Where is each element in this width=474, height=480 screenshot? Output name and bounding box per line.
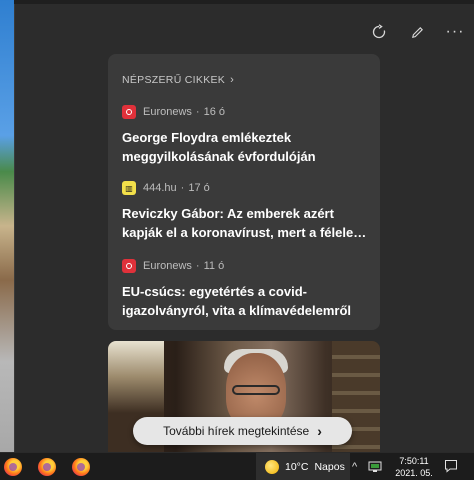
444-logo-icon: ▥ xyxy=(122,181,136,195)
panel-top-edge xyxy=(14,0,474,4)
separator: · xyxy=(180,182,185,194)
article-item[interactable]: Euronews · 16 ó George Floydra emlékezte… xyxy=(122,104,372,166)
firefox-icon[interactable] xyxy=(37,457,57,477)
article-source: Euronews · 16 ó xyxy=(122,104,372,120)
weather-widget[interactable]: 10°C Napos xyxy=(256,453,350,480)
more-news-button[interactable]: További hírek megtekintése › xyxy=(133,417,352,445)
taskbar: 10°C Napos ^ 7:50:11 2021. 05. 26. xyxy=(0,452,474,480)
article-item[interactable]: ▥ 444.hu · 17 ó Reviczky Gábor: Az ember… xyxy=(122,180,372,242)
source-name: 444.hu xyxy=(143,182,177,194)
photo-person-glasses xyxy=(232,385,280,395)
article-source: Euronews · 11 ó xyxy=(122,258,372,274)
tray-chevron-glyph: ^ xyxy=(352,461,358,473)
network-icon[interactable] xyxy=(368,453,382,480)
desktop-wallpaper xyxy=(0,0,14,452)
tray-chevron-icon[interactable]: ^ xyxy=(352,453,357,480)
pencil-icon[interactable] xyxy=(398,18,436,46)
firefox-icon[interactable] xyxy=(3,457,23,477)
article-headline[interactable]: George Floydra emlékeztek meggyilkolásán… xyxy=(122,128,372,166)
refresh-icon[interactable] xyxy=(360,18,398,46)
source-name: Euronews xyxy=(143,260,192,272)
euronews-logo-icon xyxy=(122,259,136,273)
article-age: 11 ó xyxy=(203,260,225,272)
source-name: Euronews xyxy=(143,106,192,118)
panel-actions: ··· xyxy=(360,18,474,46)
firefox-icon[interactable] xyxy=(71,457,91,477)
article-headline[interactable]: Reviczky Gábor: Az emberek azért kapják … xyxy=(122,204,372,242)
card-title-text: NÉPSZERŰ CIKKEK xyxy=(122,74,226,86)
notification-icon[interactable] xyxy=(444,459,458,478)
article-source: ▥ 444.hu · 17 ó xyxy=(122,180,372,196)
clock-time: 7:50:11 xyxy=(399,456,429,466)
chevron-right-icon: › xyxy=(317,423,322,439)
system-clock[interactable]: 7:50:11 2021. 05. 26. xyxy=(392,455,436,480)
separator: · xyxy=(195,106,200,118)
article-age: 16 ó xyxy=(203,106,226,118)
chevron-right-icon: › xyxy=(230,74,235,86)
weather-condition: Napos xyxy=(314,461,345,473)
sun-icon xyxy=(265,460,279,474)
clock-date: 2021. 05. 26. xyxy=(395,468,433,478)
article-headline[interactable]: EU-csúcs: egyetértés a covid-igazolványr… xyxy=(122,282,372,320)
article-age: 17 ó xyxy=(188,182,210,194)
more-icon[interactable]: ··· xyxy=(436,18,474,46)
separator: · xyxy=(195,260,200,272)
card-title[interactable]: NÉPSZERŰ CIKKEK › xyxy=(122,74,234,86)
euronews-logo-icon xyxy=(122,105,136,119)
weather-temp: 10°C xyxy=(285,461,309,473)
more-news-label: További hírek megtekintése xyxy=(163,424,310,438)
popular-articles-card: NÉPSZERŰ CIKKEK › Euronews · 16 ó George… xyxy=(108,54,380,330)
article-item[interactable]: Euronews · 11 ó EU-csúcs: egyetértés a c… xyxy=(122,258,372,320)
